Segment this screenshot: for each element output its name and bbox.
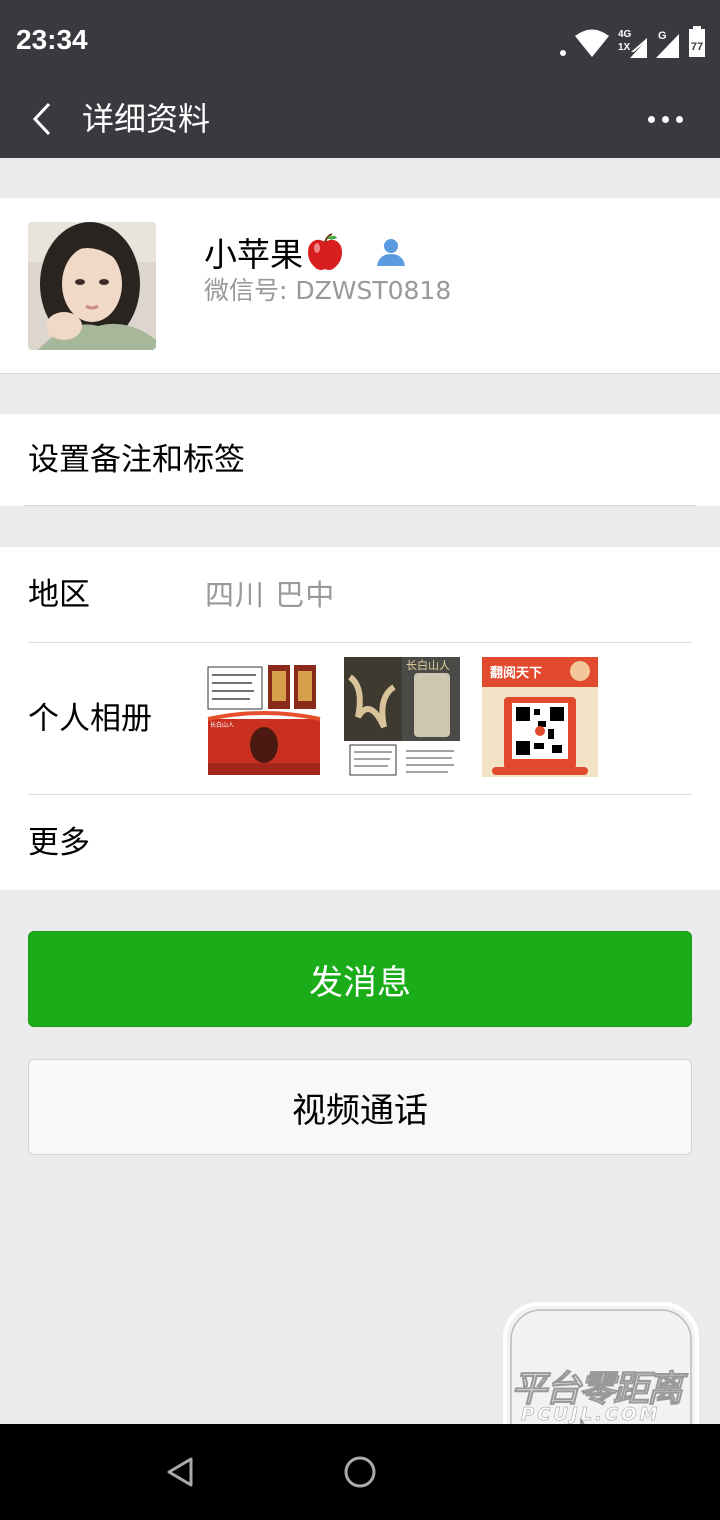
more-dot-icon [675, 115, 683, 123]
apple-icon [308, 233, 342, 270]
nav-home-button[interactable] [336, 1448, 384, 1496]
video-call-button[interactable]: 视频通话 [28, 1059, 692, 1155]
dot-icon [560, 50, 566, 56]
avatar[interactable] [28, 222, 156, 350]
chevron-left-icon [32, 102, 51, 136]
signal2-label: G [658, 30, 667, 42]
status-bar: 23:34 4G 1X G 77 [0, 0, 720, 80]
wifi-icon [575, 29, 609, 57]
profile-name: 小苹果 [204, 235, 303, 274]
album-thumb-text: 长白山人 [210, 721, 234, 729]
album-thumb[interactable]: 长白山人 [206, 657, 322, 777]
album-thumb[interactable]: 翻阅天下 [482, 657, 598, 777]
more-dot-icon [647, 115, 655, 123]
more-label[interactable]: 更多 [28, 823, 90, 863]
signal-icon: G [656, 30, 679, 58]
divider [24, 505, 696, 506]
sim-label: 1X [618, 42, 631, 53]
album-thumb-text: 翻阅天下 [490, 665, 542, 681]
info-section: 地区 四川 巴中 个人相册 长白山人 长白山人 翻阅天下 更多 [0, 547, 720, 890]
page-title: 详细资料 [82, 100, 211, 138]
send-message-button[interactable]: 发消息 [28, 931, 692, 1027]
remark-tags-row[interactable]: 设置备注和标签 [0, 414, 720, 506]
watermark-url: PCUJL.COM [521, 1404, 661, 1426]
name-row: 小苹果 [204, 228, 407, 276]
battery-icon: 77 [689, 26, 705, 57]
circle-home-icon [344, 1456, 376, 1488]
status-time: 23:34 [16, 24, 88, 55]
region-value: 四川 巴中 [205, 578, 336, 612]
back-button[interactable] [18, 92, 66, 146]
album-label: 个人相册 [28, 701, 152, 737]
triangle-back-icon [167, 1457, 193, 1487]
status-icons: 4G 1X G 77 [560, 22, 706, 58]
region-label: 地区 [28, 577, 90, 613]
cellular-signal-icon: 4G 1X [618, 29, 647, 58]
more-options-button[interactable] [640, 94, 690, 144]
album-thumb-text: 长白山人 [406, 658, 450, 672]
wechat-id: 微信号: DZWST0818 [204, 276, 452, 305]
remark-tags-label: 设置备注和标签 [28, 442, 245, 478]
network-label: 4G [618, 29, 632, 40]
more-dot-icon [661, 115, 669, 123]
profile-card: 小苹果 微信号: DZWST0818 [0, 198, 720, 374]
nav-back-button[interactable] [156, 1448, 204, 1496]
album-thumb[interactable]: 长白山人 [344, 657, 460, 777]
divider [28, 794, 692, 795]
system-nav-bar [0, 1424, 720, 1520]
divider [28, 642, 692, 643]
title-bar: 详细资料 [0, 80, 720, 158]
album-row[interactable]: 长白山人 长白山人 翻阅天下 [206, 657, 598, 777]
contact-icon [377, 239, 405, 266]
battery-level: 77 [691, 41, 703, 53]
